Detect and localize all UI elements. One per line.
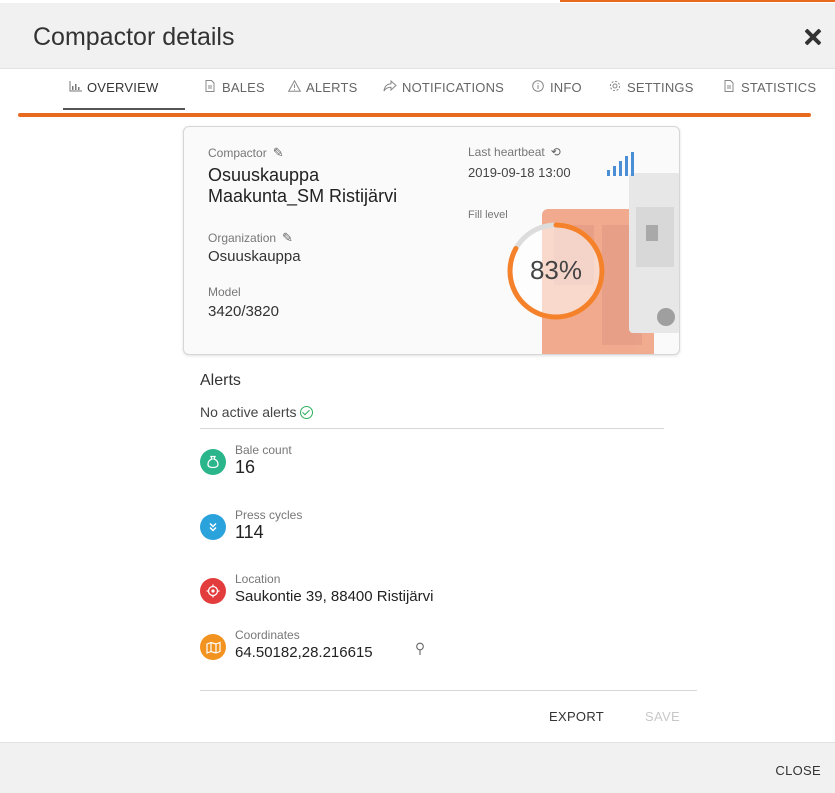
tab-settings[interactable]: SETTINGS xyxy=(608,80,694,95)
history-icon: ⟲ xyxy=(550,145,561,159)
alerts-heading: Alerts xyxy=(200,372,241,389)
location-label: Location xyxy=(235,572,281,586)
fill-level-percent: 83% xyxy=(529,255,583,285)
organization-label: Organization xyxy=(208,231,277,245)
export-button[interactable]: EXPORT xyxy=(549,709,604,724)
pencil-icon[interactable]: ✎ xyxy=(273,145,284,161)
location-value: Saukontie 39, 88400 Ristijärvi xyxy=(235,588,434,605)
bale-count-value: 16 xyxy=(235,457,256,477)
press-cycles-value: 114 xyxy=(235,522,264,542)
coordinates-value: 64.50182,28.216615 xyxy=(235,644,373,661)
tab-label: ALERTS xyxy=(306,80,358,95)
bale-count-row: Bale count 16 xyxy=(200,443,680,483)
info-icon xyxy=(531,80,545,95)
compactor-summary-card: Compactor ✎ Osuuskauppa Maakunta_SM Risti… xyxy=(183,126,680,355)
press-cycles-row: Press cycles 114 xyxy=(200,508,680,548)
tab-info[interactable]: INFO xyxy=(531,80,582,95)
divider xyxy=(200,690,697,691)
tab-notifications[interactable]: NOTIFICATIONS xyxy=(383,79,505,95)
divider xyxy=(200,428,664,429)
tab-statistics[interactable]: STATISTICS xyxy=(722,80,816,95)
check-circle-icon xyxy=(300,405,314,419)
tab-bales[interactable]: BALES xyxy=(203,80,265,95)
warning-icon xyxy=(287,79,301,95)
map-icon xyxy=(200,634,226,660)
alerts-status: No active alerts xyxy=(200,404,314,420)
tab-overview[interactable]: OVERVIEW xyxy=(68,80,158,95)
press-cycles-label: Press cycles xyxy=(235,508,303,522)
map-pin-icon[interactable] xyxy=(415,642,425,659)
save-button[interactable]: SAVE xyxy=(645,709,680,724)
close-button[interactable]: CLOSE xyxy=(775,763,821,778)
tab-bar: OVERVIEW BALES ALERTS NOTIFICATIONS INFO… xyxy=(0,70,835,110)
document-icon xyxy=(722,80,736,95)
tab-label: SETTINGS xyxy=(627,80,694,95)
compactor-name-line2: Maakunta_SM Ristijärvi xyxy=(208,186,398,206)
chevron-double-down-icon xyxy=(200,514,226,540)
signal-strength-icon xyxy=(607,152,637,176)
tab-label: BALES xyxy=(222,80,265,95)
tab-label: INFO xyxy=(550,80,582,95)
share-icon xyxy=(383,79,397,95)
dialog-header: Compactor details xyxy=(0,3,835,69)
fill-level-label: Fill level xyxy=(468,209,508,221)
coordinates-label: Coordinates xyxy=(235,628,300,642)
compactor-label-row: Compactor ✎ xyxy=(208,145,284,161)
bale-bag-icon xyxy=(200,449,226,475)
tab-label: OVERVIEW xyxy=(87,80,159,95)
coordinates-row: Coordinates 64.50182,28.216615 xyxy=(200,628,680,668)
organization-value: Osuuskauppa xyxy=(208,248,301,265)
target-icon xyxy=(200,578,226,604)
bale-count-label: Bale count xyxy=(235,443,292,457)
location-row: Location Saukontie 39, 88400 Ristijärvi xyxy=(200,572,680,612)
close-icon[interactable] xyxy=(799,23,827,51)
document-icon xyxy=(203,80,217,95)
compactor-label: Compactor xyxy=(208,146,267,160)
heartbeat-label-row: Last heartbeat ⟲ xyxy=(468,145,561,159)
tab-alerts[interactable]: ALERTS xyxy=(287,79,358,95)
dialog-title: Compactor details xyxy=(33,23,235,51)
pencil-icon[interactable]: ✎ xyxy=(282,230,293,246)
compactor-name-line1: Osuuskauppa xyxy=(208,165,320,185)
active-tab-indicator xyxy=(63,108,185,110)
gear-icon xyxy=(608,80,622,95)
progress-accent-bar xyxy=(18,113,811,117)
chart-icon xyxy=(68,80,82,95)
model-label: Model xyxy=(208,285,241,299)
heartbeat-value: 2019-09-18 13:00 xyxy=(468,165,571,180)
model-value: 3420/3820 xyxy=(208,303,279,320)
organization-label-row: Organization ✎ xyxy=(208,230,293,246)
tab-label: STATISTICS xyxy=(741,80,817,95)
tab-label: NOTIFICATIONS xyxy=(402,80,505,95)
alerts-status-text: No active alerts xyxy=(200,404,297,420)
heartbeat-label: Last heartbeat xyxy=(468,145,545,159)
dialog-footer: CLOSE xyxy=(0,742,835,793)
